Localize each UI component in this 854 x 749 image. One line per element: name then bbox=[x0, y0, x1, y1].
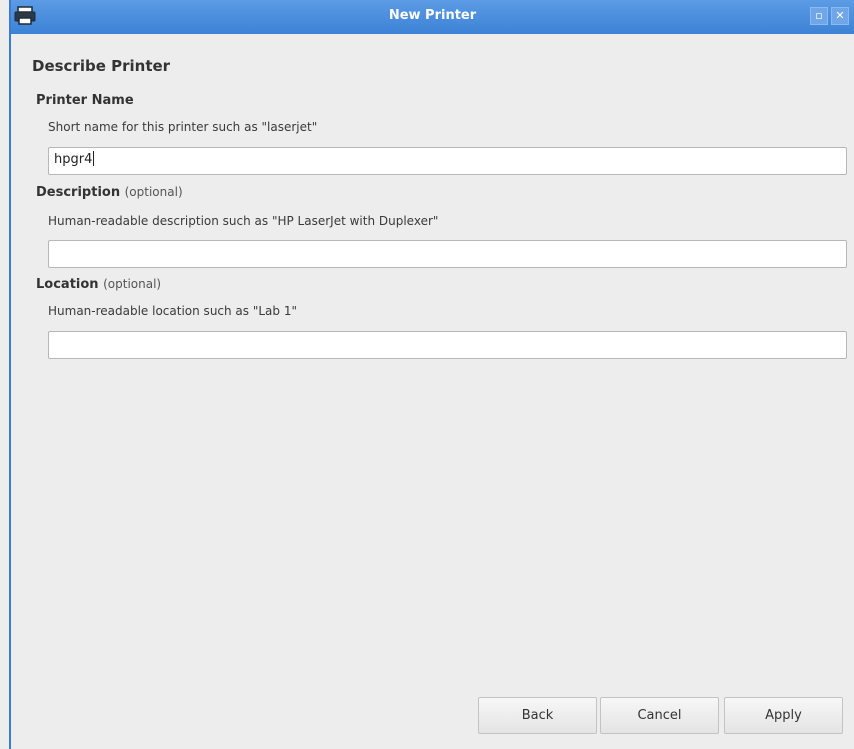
window-titlebar[interactable]: New Printer ▫ ✕ bbox=[11, 0, 854, 34]
printer-name-hint: Short name for this printer such as "las… bbox=[48, 120, 318, 134]
close-button[interactable]: ✕ bbox=[831, 7, 849, 25]
description-optional-tag: (optional) bbox=[124, 185, 183, 199]
new-printer-window: New Printer ▫ ✕ Describe Printer Printer… bbox=[0, 0, 854, 749]
description-label-text: Description bbox=[36, 185, 121, 200]
printer-name-label-text: Printer Name bbox=[36, 93, 134, 108]
close-icon: ✕ bbox=[835, 9, 845, 22]
maximize-button[interactable]: ▫ bbox=[810, 7, 828, 25]
page-title: Describe Printer bbox=[32, 57, 171, 75]
dialog-content: Describe Printer Printer Name Short name… bbox=[11, 34, 854, 749]
location-hint: Human-readable location such as "Lab 1" bbox=[48, 304, 297, 318]
printer-name-input[interactable]: hpgr4 bbox=[48, 147, 847, 175]
printer-name-value: hpgr4 bbox=[54, 152, 93, 167]
printer-name-label: Printer Name bbox=[36, 93, 134, 108]
apply-button[interactable]: Apply bbox=[724, 697, 843, 734]
maximize-icon: ▫ bbox=[815, 9, 823, 22]
back-button[interactable]: Back bbox=[478, 697, 597, 734]
description-input[interactable] bbox=[48, 240, 847, 268]
text-caret bbox=[93, 151, 95, 166]
location-label: Location (optional) bbox=[36, 277, 161, 292]
window-title: New Printer bbox=[388, 8, 477, 23]
location-input[interactable] bbox=[48, 331, 847, 359]
location-label-text: Location bbox=[36, 277, 99, 292]
description-hint: Human-readable description such as "HP L… bbox=[48, 214, 439, 228]
cancel-button[interactable]: Cancel bbox=[600, 697, 719, 734]
description-label: Description (optional) bbox=[36, 185, 183, 200]
window-left-edge bbox=[0, 0, 11, 749]
location-optional-tag: (optional) bbox=[103, 277, 162, 291]
